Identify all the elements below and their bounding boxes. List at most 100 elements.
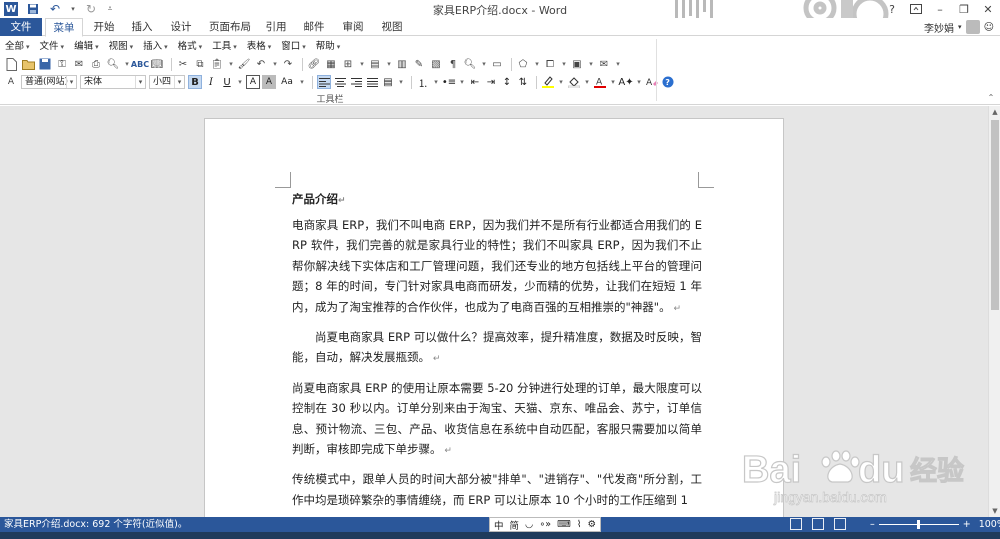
print-layout-icon[interactable] <box>812 518 824 530</box>
zoom-level[interactable]: 100% <box>979 519 1000 530</box>
tab-home[interactable]: 开始 <box>88 18 120 36</box>
research-icon[interactable]: 📖︎ <box>150 57 164 71</box>
scroll-down-icon[interactable]: ▼ <box>989 505 1000 517</box>
font-size-select[interactable]: 小四 ▾ <box>149 75 185 89</box>
zoom-out-icon[interactable]: – <box>870 519 875 530</box>
chevron-down-icon[interactable]: ▾ <box>66 76 76 88</box>
chevron-down-icon[interactable]: ▾ <box>480 57 488 71</box>
ime-settings-icon[interactable]: ⚙ <box>587 519 596 530</box>
bold-button[interactable]: B <box>188 75 202 89</box>
envelope-icon[interactable]: ✉ <box>597 57 611 71</box>
italic-button[interactable]: I <box>204 75 218 89</box>
document-body[interactable]: 产品介绍↵ 电商家具 ERP，我们不叫电商 ERP，因为我们并不是所有行业都适合… <box>292 189 702 517</box>
align-center-button[interactable] <box>333 75 347 89</box>
save-icon[interactable] <box>38 57 52 71</box>
increase-indent-button[interactable]: ⇥ <box>484 75 498 89</box>
chevron-down-icon[interactable]: ▾ <box>609 75 617 89</box>
ime-punctuation-icon[interactable]: ∘» <box>539 519 551 530</box>
tab-review[interactable]: 审阅 <box>338 18 368 36</box>
avatar[interactable] <box>965 20 980 34</box>
menu-format[interactable]: 格式 ▾ <box>173 40 208 54</box>
tables-borders-icon[interactable]: ▦ <box>324 57 338 71</box>
align-left-button[interactable] <box>317 75 331 89</box>
menu-help[interactable]: 帮助 ▾ <box>311 40 346 54</box>
menu-window[interactable]: 窗口 ▾ <box>276 40 311 54</box>
redo-icon[interactable]: ↷ <box>281 57 295 71</box>
permission-icon[interactable]: ⚿ <box>55 57 69 71</box>
paste-icon[interactable]: 📋︎ <box>210 57 224 71</box>
open-folder-icon[interactable] <box>21 57 35 71</box>
insert-table-icon[interactable]: ⊞ <box>341 57 355 71</box>
tab-menu[interactable]: 菜单 <box>45 18 83 37</box>
read-mode-icon[interactable] <box>790 518 802 530</box>
new-document-icon[interactable] <box>4 57 18 71</box>
format-painter-icon[interactable]: 🖌︎ <box>237 57 251 71</box>
print-icon[interactable]: ⎙ <box>89 57 103 71</box>
font-select[interactable]: 宋体 ▾ <box>80 75 146 89</box>
chevron-down-icon[interactable]: ▾ <box>236 75 244 89</box>
undo-icon[interactable]: ↶ <box>48 2 62 16</box>
chevron-down-icon[interactable]: ▾ <box>583 75 591 89</box>
chevron-down-icon[interactable]: ▾ <box>227 57 235 71</box>
user-dropdown-icon[interactable]: ▾ <box>958 23 962 31</box>
collapse-ribbon-icon[interactable]: ⌃ <box>985 93 997 105</box>
styles-icon[interactable]: A <box>4 75 18 89</box>
tab-insert[interactable]: 插入 <box>127 18 157 36</box>
cut-icon[interactable]: ✂ <box>176 57 190 71</box>
user-account[interactable]: 李妙娟 ▾ ☺ <box>924 19 994 35</box>
menu-all[interactable]: 全部 ▾ <box>0 40 35 54</box>
underline-button[interactable]: U <box>220 75 234 89</box>
menu-view[interactable]: 视图 ▾ <box>104 40 139 54</box>
menu-file[interactable]: 文件 ▾ <box>35 40 70 54</box>
chevron-down-icon[interactable]: ▾ <box>385 57 393 71</box>
char-border-button[interactable]: A <box>246 75 260 89</box>
chevron-down-icon[interactable]: ▾ <box>174 76 184 88</box>
smiley-icon[interactable]: ☺ <box>984 22 994 33</box>
document-page[interactable]: 产品介绍↵ 电商家具 ERP，我们不叫电商 ERP，因为我们并不是所有行业都适合… <box>204 118 784 517</box>
menu-edit[interactable]: 编辑 ▾ <box>69 40 104 54</box>
tab-view[interactable]: 视图 <box>377 18 407 36</box>
zoom-slider-thumb[interactable] <box>916 520 920 529</box>
tab-references[interactable]: 引用 <box>262 18 290 36</box>
chevron-down-icon[interactable]: ▾ <box>358 57 366 71</box>
restore-icon[interactable]: ❐ <box>952 0 976 18</box>
style-select[interactable]: 普通(网站) ▾ <box>21 75 77 89</box>
ime-mode-label[interactable]: 中 <box>494 518 504 532</box>
help-icon[interactable]: ? <box>880 0 904 18</box>
ime-toolbox-icon[interactable]: ⌇ <box>577 519 582 530</box>
user-name[interactable]: 李妙娟 <box>924 20 954 35</box>
asian-layout-button[interactable]: A✦ <box>618 75 633 89</box>
ime-moon-icon[interactable]: ◡ <box>525 519 533 530</box>
chevron-down-icon[interactable]: ▾ <box>635 75 643 89</box>
drawing-icon[interactable]: ✎ <box>412 57 426 71</box>
chevron-down-icon[interactable]: ▾ <box>135 76 145 88</box>
menu-insert[interactable]: 插入 ▾ <box>138 40 173 54</box>
sort-button[interactable]: ⇅ <box>516 75 530 89</box>
numbering-button[interactable]: ⒈ <box>416 75 430 90</box>
wrap-text-icon[interactable]: ⧠ <box>543 57 557 71</box>
chevron-down-icon[interactable]: ▾ <box>587 57 595 71</box>
chevron-down-icon[interactable]: ▾ <box>271 57 279 71</box>
bullets-button[interactable]: •≡ <box>442 75 456 89</box>
find-icon[interactable]: 🔍︎ <box>463 57 477 71</box>
chevron-down-icon[interactable]: ▾ <box>298 75 306 89</box>
status-word-count[interactable]: 家具ERP介绍.docx: 692 个字符(近似值)。 <box>4 518 187 531</box>
zoom-slider[interactable] <box>878 520 959 529</box>
chevron-down-icon[interactable]: ▾ <box>557 75 565 89</box>
print-preview-icon[interactable]: 🔍︎ <box>106 57 120 71</box>
scroll-thumb[interactable] <box>991 120 999 310</box>
undo-icon[interactable]: ↶ <box>254 57 268 71</box>
change-case-button[interactable]: Aa <box>278 75 296 89</box>
show-hide-icon[interactable]: ¶ <box>446 57 460 71</box>
customize-qat-icon[interactable]: ⩡ <box>106 2 114 16</box>
document-map-icon[interactable]: ▧ <box>429 57 443 71</box>
redo-icon[interactable]: ↻ <box>84 2 98 16</box>
tab-design[interactable]: 设计 <box>166 18 196 36</box>
spelling-icon[interactable]: ABC <box>131 57 149 71</box>
picture-icon[interactable]: ▣ <box>570 57 584 71</box>
chevron-down-icon[interactable]: ▾ <box>614 57 622 71</box>
chevron-down-icon[interactable]: ▾ <box>123 57 131 71</box>
char-shading-button[interactable]: A <box>262 75 276 89</box>
chevron-down-icon[interactable]: ▾ <box>432 75 440 89</box>
hyperlink-icon[interactable]: 🔗︎ <box>307 57 321 71</box>
